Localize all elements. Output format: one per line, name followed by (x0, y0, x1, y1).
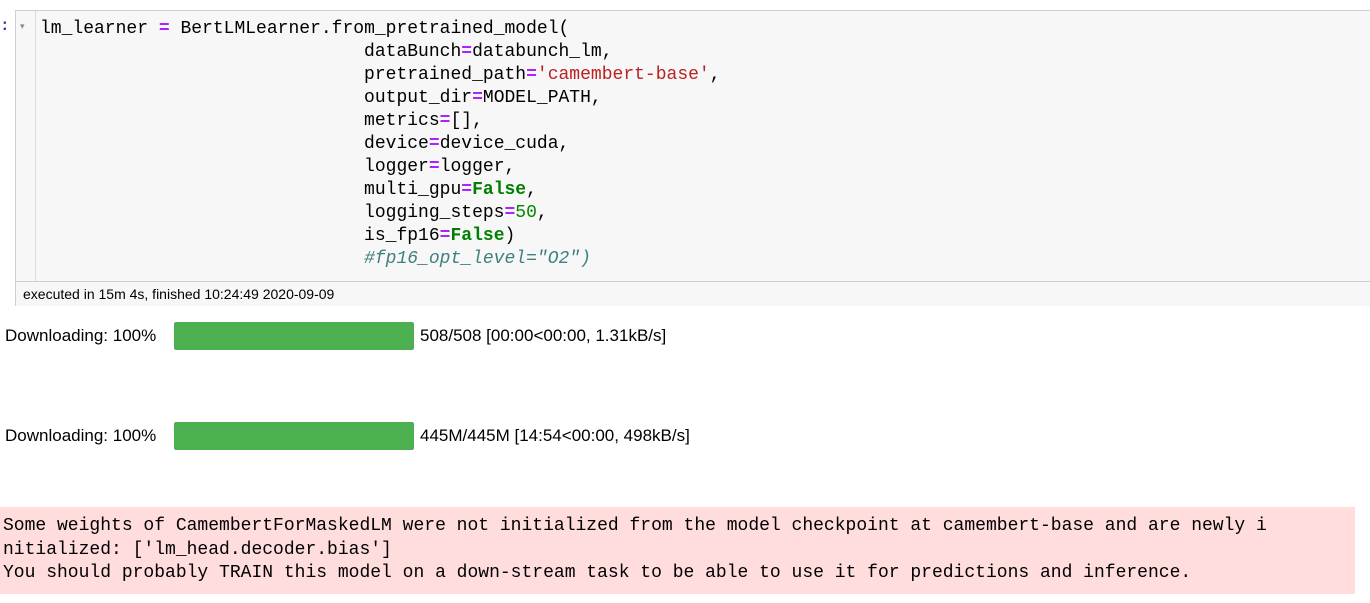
code-token: logging_steps (40, 203, 505, 223)
code-token: logger, (439, 157, 516, 177)
code-line: logging_steps=50, (40, 202, 721, 225)
cell-prompt: : (0, 17, 10, 35)
stderr-line: You should probably TRAIN this model on … (3, 563, 1192, 583)
download-progress-1: Downloading: 100% 508/508 [00:00<00:00, … (5, 322, 666, 350)
code-token: ) (504, 226, 516, 246)
code-line: metrics=[], (40, 110, 721, 133)
code-token: , (709, 65, 721, 85)
code-line: #fp16_opt_level="O2") (40, 248, 721, 271)
code-token: logger (40, 157, 429, 177)
code-line: device=device_cuda, (40, 133, 721, 156)
code-token: output_dir (40, 88, 473, 108)
code-token: 'camembert-base' (536, 65, 710, 85)
code-token: dataBunch (40, 42, 462, 62)
code-cell[interactable]: ▾ lm_learner = BertLMLearner.from_pretra… (15, 10, 1370, 306)
code-line: logger=logger, (40, 156, 721, 179)
code-token: device (40, 134, 429, 154)
code-token: metrics (40, 111, 440, 131)
download-progress-2: Downloading: 100% 445M/445M [14:54<00:00… (5, 422, 690, 450)
code-token: , (536, 203, 548, 223)
execution-time-bar: executed in 15m 4s, finished 10:24:49 20… (16, 281, 1370, 306)
progress-label: Downloading: 100% (5, 326, 157, 345)
stderr-line: Some weights of CamembertForMaskedLM wer… (3, 516, 1267, 536)
code-token: = (461, 180, 473, 200)
code-token: lm_learner (40, 19, 159, 39)
code-token: #fp16_opt_level="O2") (364, 249, 591, 269)
code-token: = (439, 226, 451, 246)
code-line: output_dir=MODEL_PATH, (40, 87, 721, 110)
stderr-line: nitialized: ['lm_head.decoder.bias'] (3, 539, 392, 560)
code-token: pretrained_path (40, 65, 527, 85)
code-token: multi_gpu (40, 180, 462, 200)
progress-label: Downloading: 100% (5, 426, 157, 445)
code-token: = (428, 157, 440, 177)
code-line: pretrained_path='camembert-base', (40, 64, 721, 87)
code-line: dataBunch=databunch_lm, (40, 41, 721, 64)
code-token: databunch_lm, (472, 42, 613, 62)
code-token: = (428, 134, 440, 154)
code-line: is_fp16=False) (40, 225, 721, 248)
code-token: = (504, 203, 516, 223)
code-token: False (450, 226, 505, 246)
code-token: = (439, 111, 451, 131)
code-token: = (158, 19, 170, 39)
progress-bar (174, 422, 414, 450)
code-token: 50 (515, 203, 537, 223)
code-line: multi_gpu=False, (40, 179, 721, 202)
code-token: MODEL_PATH, (482, 88, 602, 108)
progress-info: 508/508 [00:00<00:00, 1.31kB/s] (420, 326, 667, 345)
code-editor[interactable]: lm_learner = BertLMLearner.from_pretrain… (40, 18, 721, 271)
code-token: [], (450, 111, 483, 131)
code-token: BertLMLearner.from_pretrained_model( (169, 19, 570, 39)
code-token: = (472, 88, 483, 108)
code-token: = (526, 65, 537, 85)
progress-info: 445M/445M [14:54<00:00, 498kB/s] (420, 426, 690, 445)
code-line: lm_learner = BertLMLearner.from_pretrain… (40, 18, 721, 41)
execution-info: executed in 15m 4s, finished 10:24:49 20… (23, 286, 335, 302)
fold-arrow-icon[interactable]: ▾ (20, 21, 25, 31)
code-token: , (526, 180, 537, 200)
progress-bar-fill (174, 422, 414, 450)
code-token: = (461, 42, 473, 62)
progress-bar (174, 322, 414, 350)
code-token: False (472, 180, 527, 200)
code-gutter: ▾ (16, 11, 36, 281)
stderr-output: Some weights of CamembertForMaskedLM wer… (0, 507, 1355, 594)
code-token: device_cuda, (439, 134, 570, 154)
progress-bar-fill (174, 322, 414, 350)
code-token: is_fp16 (40, 226, 440, 246)
